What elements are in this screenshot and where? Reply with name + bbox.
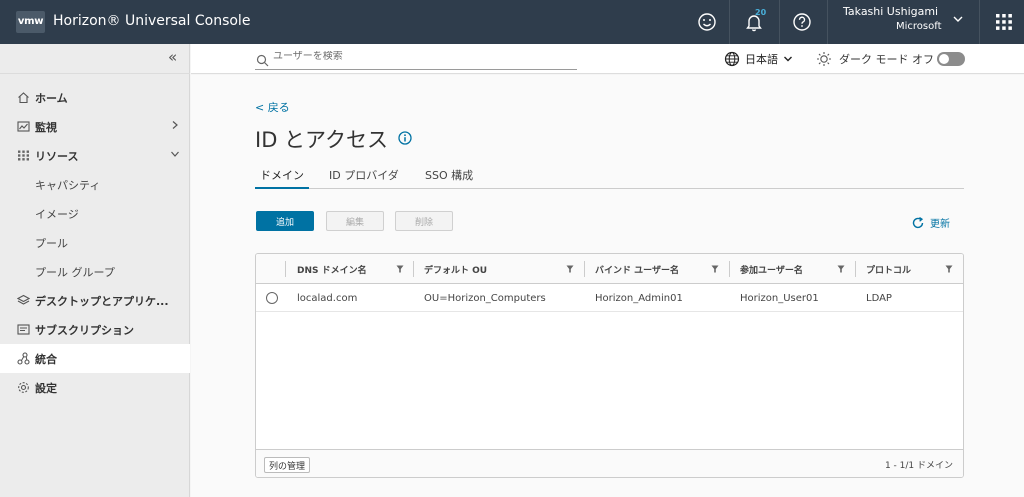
app-title: Horizon® Universal Console: [53, 13, 251, 29]
user-name[interactable]: Takashi Ushigami: [843, 5, 938, 18]
cell-bind-user: Horizon_Admin01: [595, 292, 683, 304]
filter-icon[interactable]: [566, 265, 574, 273]
filter-icon[interactable]: [711, 265, 719, 273]
sidebar-item-label: イメージ: [35, 207, 79, 221]
sidebar-item-settings[interactable]: 設定: [0, 373, 190, 402]
language-label: 日本語: [745, 53, 778, 66]
back-link[interactable]: < 戻る: [255, 99, 290, 115]
language-selector[interactable]: 日本語: [724, 51, 799, 67]
refresh-button[interactable]: 更新: [911, 215, 950, 230]
filter-icon[interactable]: [837, 265, 845, 273]
delete-button[interactable]: 削除: [395, 211, 453, 231]
sidebar-item-label: 統合: [35, 352, 57, 366]
column-header-join-user[interactable]: 参加ユーザー名: [740, 254, 803, 284]
help-icon[interactable]: [791, 11, 813, 33]
search-icon: [256, 54, 269, 67]
tab-id-providers[interactable]: ID プロバイダ: [329, 167, 399, 189]
sidebar-collapse-button[interactable]: «: [168, 50, 177, 65]
sidebar-item-label: キャパシティ: [35, 178, 101, 192]
cell-dns-domain: localad.com: [297, 292, 358, 304]
cell-join-user: Horizon_User01: [740, 292, 819, 304]
datagrid-footer: 列の管理 1 - 1/1 ドメイン: [256, 449, 963, 477]
notification-count-badge: 20: [755, 8, 767, 17]
gear-icon: [18, 382, 29, 393]
chevron-right-icon: [172, 121, 178, 129]
column-header-protocol[interactable]: プロトコル: [866, 254, 911, 284]
edit-button[interactable]: 編集: [326, 211, 384, 231]
monitor-icon: [17, 121, 30, 132]
refresh-icon: [912, 216, 924, 228]
tab-sso-config[interactable]: SSO 構成: [425, 167, 473, 189]
sidebar-item-label: 監視: [35, 120, 57, 134]
sidebar-item-desktops-apps[interactable]: デスクトップとアプリケ...: [0, 286, 190, 315]
sidebar: « ホーム 監視 リソース キャパシティ イメージ プール プール グループ デ…: [0, 44, 190, 497]
subscription-icon: [17, 324, 30, 335]
sidebar-item-label: ホーム: [35, 91, 68, 105]
top-bar: 日本語 ダーク モード オフ: [191, 44, 1024, 74]
cell-default-ou: OU=Horizon_Computers: [424, 292, 546, 304]
resources-icon: [18, 150, 29, 161]
sidebar-item-pools[interactable]: プール: [0, 228, 190, 257]
search-box[interactable]: [255, 50, 577, 70]
user-org: Microsoft: [896, 21, 942, 32]
chevron-down-icon[interactable]: [951, 12, 965, 26]
dark-mode-label-group: ダーク モード オフ: [816, 51, 934, 67]
info-icon[interactable]: [398, 131, 412, 145]
main-content: < 戻る ID とアクセス ドメイン ID プロバイダ SSO 構成 追加 編集…: [191, 75, 1024, 497]
layers-icon: [17, 294, 30, 305]
sidebar-item-label: プール グループ: [35, 265, 115, 279]
sidebar-item-label: プール: [35, 236, 68, 250]
column-header-bind-user[interactable]: バインド ユーザー名: [595, 254, 679, 284]
column-header-default-ou[interactable]: デフォルト OU: [424, 254, 487, 284]
sidebar-item-label: デスクトップとアプリケ...: [35, 294, 169, 308]
sidebar-item-images[interactable]: イメージ: [0, 199, 190, 228]
chevron-down-icon: [784, 56, 792, 62]
sidebar-item-pool-groups[interactable]: プール グループ: [0, 257, 190, 286]
home-icon: [18, 92, 29, 104]
tab-domains[interactable]: ドメイン: [255, 167, 309, 189]
search-input[interactable]: [273, 51, 573, 62]
app-switcher-grid-icon[interactable]: [994, 12, 1014, 32]
sidebar-item-resources[interactable]: リソース: [0, 141, 190, 170]
sun-icon: [817, 52, 831, 66]
tab-bar: ドメイン ID プロバイダ SSO 構成: [255, 167, 964, 189]
filter-icon[interactable]: [945, 265, 953, 273]
domains-datagrid: DNS ドメイン名 デフォルト OU バインド ユーザー名 参加ユーザー名 プロ…: [255, 253, 964, 478]
sidebar-item-label: リソース: [35, 149, 79, 163]
sidebar-item-integrations[interactable]: 統合: [0, 344, 190, 373]
dark-mode-toggle[interactable]: [937, 52, 965, 66]
refresh-label: 更新: [930, 219, 950, 230]
table-row[interactable]: localad.com OU=Horizon_Computers Horizon…: [256, 284, 963, 312]
sidebar-item-monitor[interactable]: 監視: [0, 112, 190, 141]
pagination-info: 1 - 1/1 ドメイン: [884, 461, 953, 471]
filter-icon[interactable]: [396, 265, 404, 273]
row-select-radio[interactable]: [266, 292, 278, 304]
sidebar-item-home[interactable]: ホーム: [0, 83, 190, 112]
sidebar-item-subscriptions[interactable]: サブスクリプション: [0, 315, 190, 344]
sidebar-item-label: 設定: [35, 381, 57, 395]
feedback-smiley-icon[interactable]: [696, 11, 718, 33]
datagrid-header: DNS ドメイン名 デフォルト OU バインド ユーザー名 参加ユーザー名 プロ…: [256, 254, 963, 284]
chevron-down-icon: [171, 151, 179, 157]
page-title: ID とアクセス: [255, 128, 388, 152]
vmware-logo: vmw: [16, 11, 45, 33]
cell-protocol: LDAP: [866, 292, 892, 304]
add-button[interactable]: 追加: [256, 211, 314, 231]
column-manager-button[interactable]: 列の管理: [264, 457, 311, 473]
integration-icon: [17, 352, 30, 365]
column-header-dns-domain[interactable]: DNS ドメイン名: [297, 254, 367, 284]
app-header: vmw Horizon® Universal Console 20 Takash…: [0, 0, 1024, 44]
dark-mode-label: ダーク モード オフ: [839, 53, 934, 66]
sidebar-item-capacity[interactable]: キャパシティ: [0, 170, 190, 199]
globe-icon: [724, 51, 740, 67]
sidebar-item-label: サブスクリプション: [35, 323, 134, 337]
